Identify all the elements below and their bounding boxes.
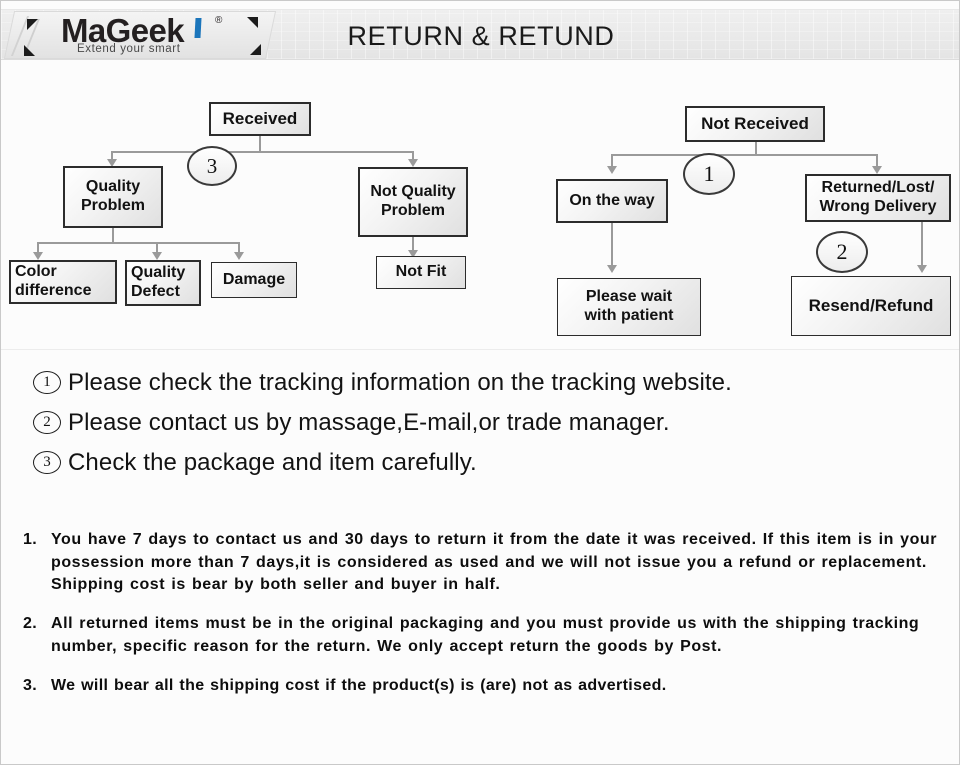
policy-number-1: 1.	[23, 531, 38, 548]
flow-box-quality-defect: Quality Defect	[125, 260, 201, 306]
policy-item: 2. All returned items must be in the ori…	[23, 613, 953, 658]
list-item: 2 Please contact us by massage,E-mail,or…	[33, 409, 933, 449]
policy-text-1: You have 7 days to contact us and 30 day…	[51, 531, 937, 594]
circled-number-2: 2	[33, 411, 61, 434]
flow-box-please-wait: Please wait with patient	[557, 278, 701, 336]
circled-note-text-2: Please contact us by massage,E-mail,or t…	[68, 409, 670, 436]
circled-note-text-1: Please check the tracking information on…	[68, 369, 732, 396]
badge-step-1: 1	[683, 153, 735, 195]
flow-box-damage: Damage	[211, 262, 297, 298]
page-title: RETURN & RETUND	[347, 21, 615, 51]
policy-number-2: 2.	[23, 615, 38, 633]
arrow-to-returned-lost-icon	[872, 166, 882, 174]
connector-returned-to-resend	[921, 222, 923, 267]
arrow-to-resend-refund-icon	[917, 265, 927, 273]
list-item: 3 Check the package and item carefully.	[33, 449, 933, 489]
flow-box-received: Received	[209, 102, 311, 136]
connector-quality-problem-stem	[112, 228, 114, 243]
circled-number-1: 1	[33, 371, 61, 394]
list-item: 1 Please check the tracking information …	[33, 369, 933, 409]
flow-box-quality-problem: Quality Problem	[63, 166, 163, 228]
policy-number-3: 3.	[23, 676, 38, 694]
circled-note-text-3: Check the package and item carefully.	[68, 449, 477, 476]
arrow-to-quality-defect-icon	[152, 252, 162, 260]
flow-box-returned-lost-wrong-delivery: Returned/Lost/ Wrong Delivery	[805, 174, 951, 222]
badge-step-3: 3	[187, 146, 237, 186]
circled-number-3: 3	[33, 451, 61, 474]
connector-not-received-bus	[611, 154, 878, 156]
section-divider	[1, 349, 959, 350]
policy-text-3: We will bear all the shipping cost if th…	[51, 676, 667, 694]
policy-text-2: All returned items must be in the origin…	[51, 615, 920, 655]
flow-box-color-difference: Color difference	[9, 260, 117, 304]
circled-notes-list: 1 Please check the tracking information …	[33, 369, 933, 489]
return-policy-page: MaGeek ® Extend your smart RETURN & RETU…	[0, 0, 960, 765]
arrow-to-not-quality-problem-icon	[408, 159, 418, 167]
flow-box-on-the-way: On the way	[556, 179, 668, 223]
flow-box-not-received: Not Received	[685, 106, 825, 142]
badge-step-2: 2	[816, 231, 868, 273]
arrow-to-on-the-way-icon	[607, 166, 617, 174]
flow-box-resend-refund: Resend/Refund	[791, 276, 951, 336]
arrow-to-color-difference-icon	[33, 252, 43, 260]
flow-box-not-fit: Not Fit	[376, 256, 466, 289]
connector-received-bus	[111, 151, 414, 153]
arrow-to-please-wait-icon	[607, 265, 617, 273]
connector-on-the-way-to-wait	[611, 223, 613, 267]
policy-item: 3. We will bear all the shipping cost if…	[23, 675, 953, 698]
policy-item: 1. You have 7 days to contact us and 30 …	[23, 529, 953, 597]
connector-quality-leaves-bus	[37, 242, 240, 244]
policy-list: 1. You have 7 days to contact us and 30 …	[23, 529, 953, 697]
flow-box-not-quality-problem: Not Quality Problem	[358, 167, 468, 237]
arrow-to-damage-icon	[234, 252, 244, 260]
